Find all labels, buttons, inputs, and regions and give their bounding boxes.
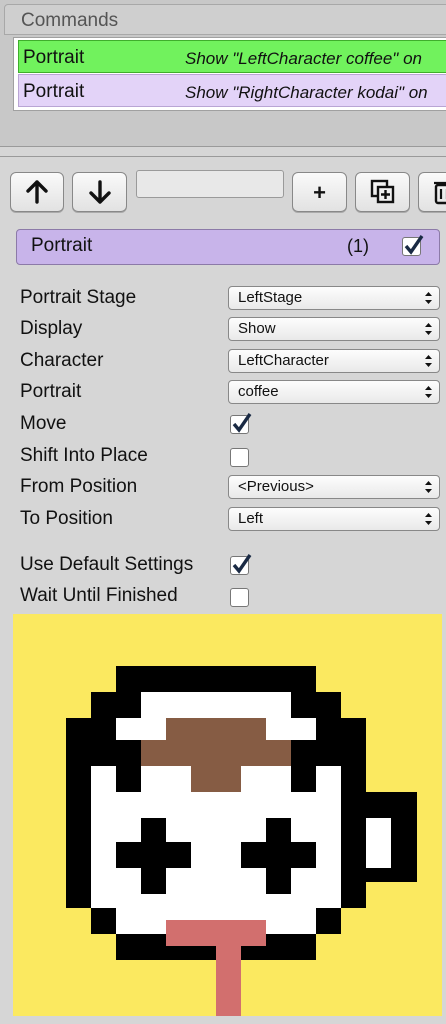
- duplicate-icon: [370, 179, 394, 204]
- command-summary: Show "RightCharacter kodai" on: [185, 83, 428, 102]
- shift-into-place-checkbox[interactable]: [230, 448, 249, 467]
- character-dropdown[interactable]: LeftCharacter: [228, 349, 440, 373]
- command-index: (1): [347, 236, 369, 256]
- dropdown-value: coffee: [238, 383, 279, 400]
- command-row-portrait-left[interactable]: Portrait Show "LeftCharacter coffee" on: [18, 40, 446, 73]
- use-default-settings-label: Use Default Settings: [20, 554, 194, 575]
- delete-command-button[interactable]: [418, 172, 446, 212]
- command-name: Portrait: [23, 81, 85, 102]
- move-checkbox[interactable]: [230, 413, 252, 434]
- dropdown-value: LeftCharacter: [238, 352, 329, 369]
- down-arrow-icon: [88, 180, 111, 204]
- from-position-label: From Position: [20, 476, 138, 497]
- dropdown-value: Show: [238, 320, 276, 337]
- portrait-stage-dropdown[interactable]: LeftStage: [228, 286, 440, 310]
- up-arrow-icon: [26, 180, 48, 204]
- trash-icon: [434, 181, 446, 205]
- portrait-stage-label: Portrait Stage: [20, 287, 137, 308]
- dropdown-arrows-icon: [425, 323, 432, 335]
- commands-header: Commands: [4, 4, 446, 35]
- panel-divider: [0, 156, 446, 157]
- display-label: Display: [20, 318, 83, 339]
- command-title: Portrait: [31, 235, 93, 256]
- to-position-label: To Position: [20, 508, 113, 529]
- command-title-bar: Portrait (1): [16, 229, 440, 265]
- portrait-preview: [13, 614, 442, 1016]
- to-position-dropdown[interactable]: Left: [228, 507, 440, 531]
- command-enabled-checkbox[interactable]: [402, 235, 424, 256]
- duplicate-command-button[interactable]: [355, 172, 410, 212]
- plus-icon: +: [313, 180, 326, 205]
- shift-into-place-label: Shift Into Place: [20, 445, 148, 466]
- dropdown-value: LeftStage: [238, 289, 303, 306]
- move-down-button[interactable]: [72, 172, 127, 212]
- checkmark-icon: [232, 554, 252, 574]
- wait-until-finished-label: Wait Until Finished: [20, 585, 178, 606]
- add-command-button[interactable]: +: [292, 172, 347, 212]
- dropdown-arrows-icon: [425, 386, 432, 398]
- portrait-label: Portrait: [20, 381, 82, 402]
- dropdown-value: Left: [238, 510, 264, 527]
- portrait-dropdown[interactable]: coffee: [228, 380, 440, 404]
- commands-header-label: Commands: [21, 10, 119, 31]
- command-name: Portrait: [23, 47, 85, 68]
- use-default-settings-checkbox[interactable]: [230, 554, 252, 575]
- checkmark-icon: [232, 413, 252, 433]
- search-input[interactable]: [136, 170, 284, 198]
- wait-until-finished-checkbox[interactable]: [230, 588, 249, 607]
- dropdown-arrows-icon: [425, 513, 432, 525]
- coffee-cup-character-image: [66, 666, 417, 1016]
- move-up-button[interactable]: [10, 172, 64, 212]
- from-position-dropdown[interactable]: <Previous>: [228, 475, 440, 499]
- dropdown-arrows-icon: [425, 355, 432, 367]
- move-label: Move: [20, 413, 67, 434]
- display-dropdown[interactable]: Show: [228, 317, 440, 341]
- command-row-portrait-right[interactable]: Portrait Show "RightCharacter kodai" on: [18, 74, 446, 107]
- command-summary: Show "LeftCharacter coffee" on: [185, 49, 422, 68]
- dropdown-value: <Previous>: [238, 478, 314, 495]
- checkmark-icon: [404, 235, 424, 255]
- dropdown-arrows-icon: [425, 292, 432, 304]
- commands-list: Portrait Show "LeftCharacter coffee" on …: [13, 37, 446, 111]
- character-label: Character: [20, 350, 104, 371]
- dropdown-arrows-icon: [425, 481, 432, 493]
